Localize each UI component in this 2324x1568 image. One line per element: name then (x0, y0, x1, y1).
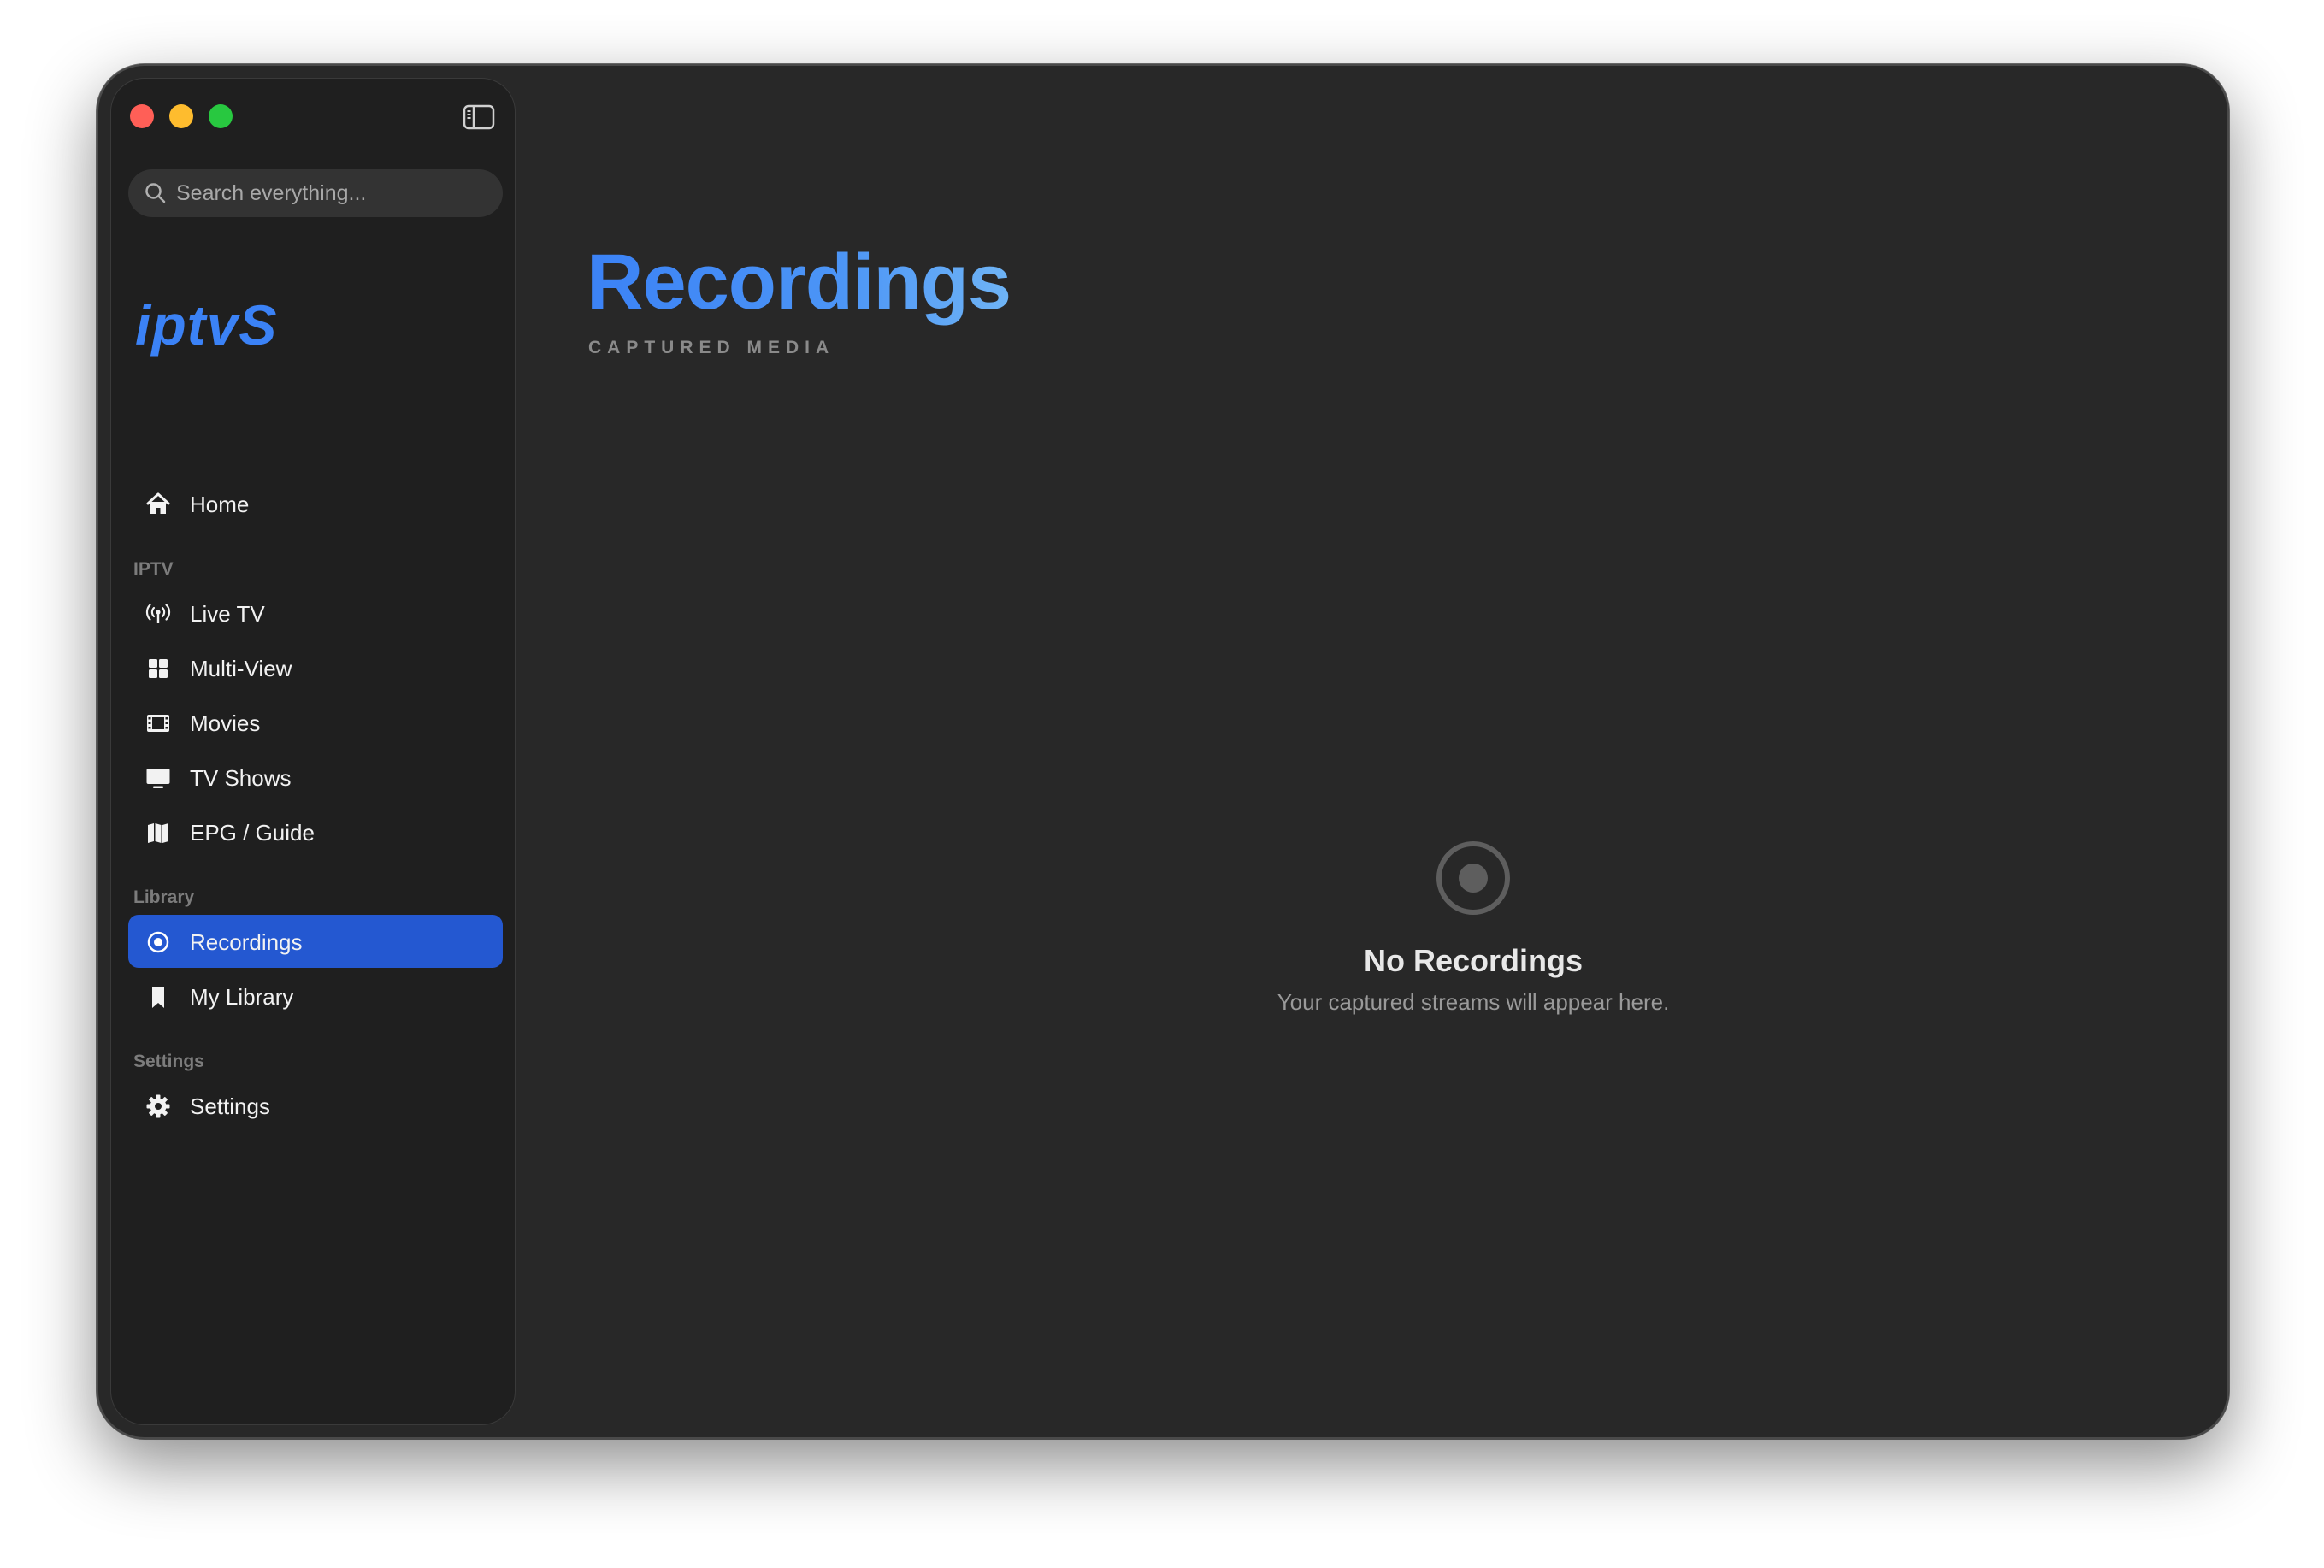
record-icon (145, 929, 171, 955)
search-field[interactable]: Search everything... (128, 169, 503, 217)
sidebar-item-label: Movies (190, 710, 261, 736)
sidebar-item-label: Settings (190, 1093, 270, 1119)
map-icon (145, 820, 171, 846)
sidebar-item-movies[interactable]: Movies (128, 696, 503, 749)
page-title: Recordings (587, 235, 1012, 329)
page-subtitle: CAPTURED MEDIA (588, 338, 835, 357)
empty-state-title: No Recordings (1363, 943, 1584, 978)
sidebar-toggle-icon[interactable] (463, 104, 495, 130)
tv-icon (145, 765, 171, 791)
gear-icon (145, 1093, 171, 1119)
sidebar-item-label: Recordings (190, 929, 303, 955)
house-icon (145, 492, 171, 517)
sidebar-item-multi-view[interactable]: Multi-View (128, 641, 503, 694)
sidebar-item-epg-guide[interactable]: EPG / Guide (128, 805, 503, 858)
record-icon (1434, 839, 1513, 917)
search-icon (144, 181, 168, 205)
section-label-settings: Settings (133, 1052, 204, 1071)
sidebar-item-my-library[interactable]: My Library (128, 970, 503, 1023)
sidebar-item-home[interactable]: Home (128, 477, 503, 530)
empty-state: No Recordings Your captured streams will… (1131, 839, 1815, 1016)
app-logo: iptvS (135, 293, 278, 357)
sidebar-item-label: EPG / Guide (190, 820, 315, 846)
sidebar-item-label: TV Shows (190, 765, 292, 791)
search-placeholder: Search everything... (176, 181, 367, 205)
sidebar-item-recordings[interactable]: Recordings (128, 915, 503, 968)
sidebar-item-label: My Library (190, 984, 294, 1010)
bookmark-icon (145, 984, 171, 1010)
grid-icon (145, 656, 171, 681)
antenna-icon (145, 601, 171, 627)
zoom-window-button[interactable] (209, 104, 233, 128)
sidebar: Search everything... iptvS Home IPTV Liv… (110, 78, 516, 1425)
section-label-library: Library (133, 887, 195, 907)
sidebar-item-label: Multi-View (190, 656, 292, 681)
sidebar-item-tv-shows[interactable]: TV Shows (128, 751, 503, 804)
sidebar-item-label: Live TV (190, 601, 265, 627)
sidebar-item-label: Home (190, 492, 250, 517)
close-window-button[interactable] (130, 104, 154, 128)
empty-state-message: Your captured streams will appear here. (1277, 989, 1670, 1015)
sidebar-item-settings[interactable]: Settings (128, 1079, 503, 1132)
film-icon (145, 710, 171, 736)
section-label-iptv: IPTV (133, 559, 174, 579)
minimize-window-button[interactable] (169, 104, 193, 128)
sidebar-item-live-tv[interactable]: Live TV (128, 587, 503, 640)
app-window: Search everything... iptvS Home IPTV Liv… (97, 64, 2229, 1439)
